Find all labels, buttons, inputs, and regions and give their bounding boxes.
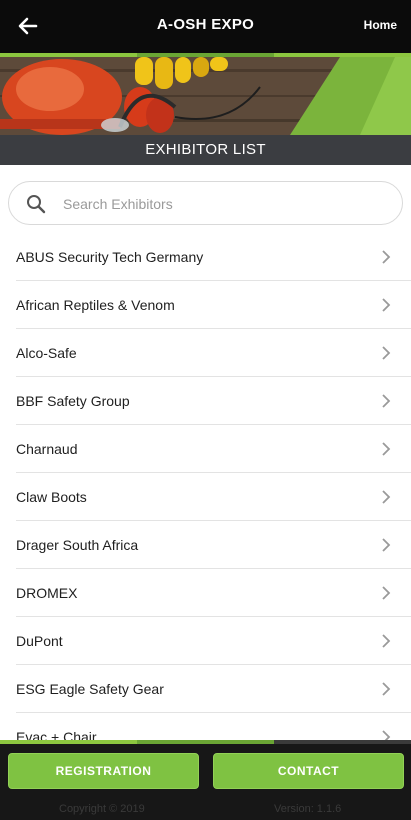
search-input[interactable] <box>63 190 383 218</box>
app-title: A-OSH EXPO <box>156 16 255 33</box>
list-item[interactable]: DuPont <box>16 617 411 665</box>
list-item[interactable]: Charnaud <box>16 425 411 473</box>
exhibitor-name: Claw Boots <box>16 488 87 505</box>
search-icon <box>27 195 46 214</box>
chevron-right-icon <box>382 634 391 648</box>
list-item[interactable]: ABUS Security Tech Germany <box>16 233 411 281</box>
exhibitor-name: African Reptiles & Venom <box>16 296 175 313</box>
copyright-text: Copyright © 2019 <box>59 803 145 815</box>
chevron-right-icon <box>382 394 391 408</box>
arrow-left-icon <box>18 17 38 35</box>
contact-button[interactable]: CONTACT <box>213 753 404 789</box>
chevron-right-icon <box>382 250 391 264</box>
top-app-bar: A-OSH EXPO Home <box>0 0 411 53</box>
chevron-right-icon <box>382 730 391 740</box>
exhibitor-name: Drager South Africa <box>16 536 139 553</box>
exhibitor-name: BBF Safety Group <box>16 392 130 409</box>
chevron-right-icon <box>382 442 391 456</box>
home-link[interactable]: Home <box>364 18 397 32</box>
registration-button[interactable]: REGISTRATION <box>8 753 199 789</box>
exhibitor-name: DROMEX <box>16 584 78 601</box>
version-text: Version: 1.1.6 <box>274 803 342 815</box>
section-title: EXHIBITOR LIST <box>0 135 411 165</box>
banner-image <box>0 57 411 135</box>
exhibitor-name: ESG Eagle Safety Gear <box>16 680 164 697</box>
list-item[interactable]: African Reptiles & Venom <box>16 281 411 329</box>
list-item[interactable]: BBF Safety Group <box>16 377 411 425</box>
exhibitor-name: Charnaud <box>16 440 78 457</box>
back-button[interactable] <box>14 12 42 40</box>
chevron-right-icon <box>382 538 391 552</box>
list-item[interactable]: Alco-Safe <box>16 329 411 377</box>
list-item[interactable]: DROMEX <box>16 569 411 617</box>
list-item[interactable]: Evac + Chair <box>16 713 411 740</box>
exhibitor-name: ABUS Security Tech Germany <box>16 248 204 265</box>
list-item[interactable]: Claw Boots <box>16 473 411 521</box>
chevron-right-icon <box>382 682 391 696</box>
search-bar[interactable] <box>8 181 403 225</box>
footer-bar: REGISTRATION CONTACT Copyright © 2019 Ve… <box>0 744 411 820</box>
exhibitor-list: ABUS Security Tech Germany African Repti… <box>0 233 411 740</box>
chevron-right-icon <box>382 298 391 312</box>
exhibitor-name: Alco-Safe <box>16 344 77 361</box>
list-item[interactable]: Drager South Africa <box>16 521 411 569</box>
exhibitor-name: DuPont <box>16 632 63 649</box>
chevron-right-icon <box>382 586 391 600</box>
exhibitor-name: Evac + Chair <box>16 728 97 741</box>
chevron-right-icon <box>382 490 391 504</box>
chevron-right-icon <box>382 346 391 360</box>
list-item[interactable]: ESG Eagle Safety Gear <box>16 665 411 713</box>
